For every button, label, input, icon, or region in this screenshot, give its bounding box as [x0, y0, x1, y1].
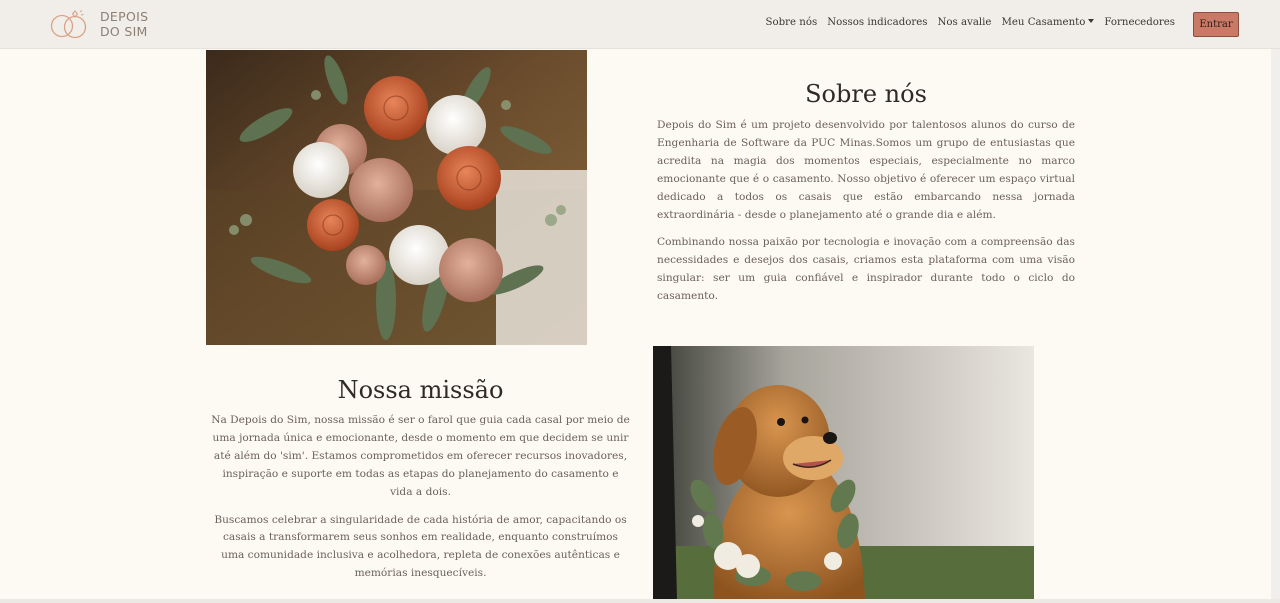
about-paragraph: Depois do Sim é um projeto desenvolvido …: [657, 119, 1075, 221]
bouquet-photo: [206, 50, 587, 345]
dog-photo: [653, 346, 1034, 600]
caret-down-icon: [1088, 19, 1095, 23]
nav-item-sobre-nos[interactable]: Sobre nós: [766, 17, 818, 28]
mission-title: Nossa missão: [337, 376, 504, 404]
rings-icon: [50, 10, 87, 39]
nav-item-meu-casamento[interactable]: Meu Casamento: [1001, 17, 1095, 28]
brand-line-1: DEPOIS: [100, 9, 149, 24]
nav-item-meu-casamento-label: Meu Casamento: [1001, 17, 1086, 28]
scrollbar[interactable]: [1271, 49, 1280, 599]
nav-item-nos-avalie[interactable]: Nos avalie: [937, 17, 991, 28]
brand-name: DEPOIS DO SIM: [100, 9, 148, 39]
login-button[interactable]: Entrar: [1193, 12, 1239, 37]
brand-logo[interactable]: DEPOIS DO SIM: [47, 7, 148, 41]
nav-item-fornecedores[interactable]: Fornecedores: [1104, 17, 1175, 28]
mission-text: Na Depois do Sim, nossa missão é ser o f…: [210, 412, 631, 593]
nav-item-nossos-indicadores[interactable]: Nossos indicadores: [827, 17, 927, 28]
nav-links: Sobre nós Nossos indicadores Nos avalie …: [756, 17, 1175, 28]
about-text: Depois do Sim é um projeto desenvolvido …: [657, 117, 1075, 316]
mission-paragraph: Buscamos celebrar a singularidade de cad…: [214, 513, 627, 580]
navbar: DEPOIS DO SIM Sobre nós Nossos indicador…: [0, 0, 1280, 49]
mission-paragraph: Na Depois do Sim, nossa missão é ser o f…: [211, 414, 630, 498]
footer-divider: [0, 599, 1280, 603]
about-title: Sobre nós: [805, 80, 927, 108]
about-paragraph: Combinando nossa paixão por tecnologia e…: [657, 236, 1075, 303]
brand-line-2: DO SIM: [100, 24, 148, 39]
